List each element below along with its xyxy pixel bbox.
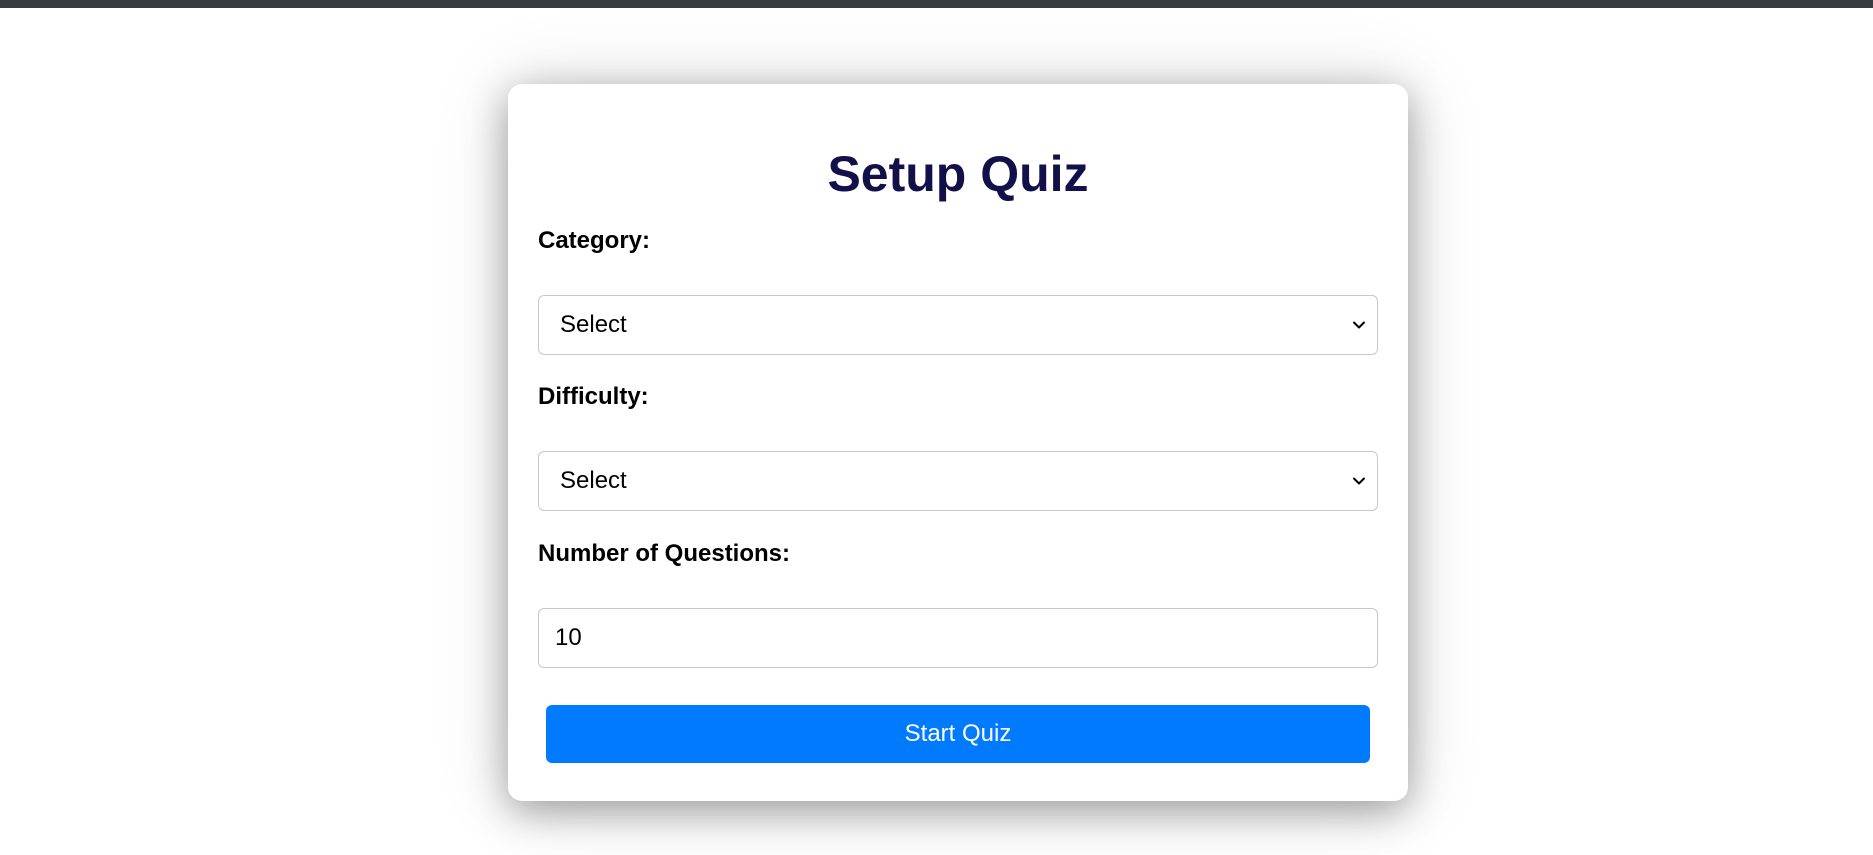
category-select-value: Select	[560, 311, 627, 338]
top-bar	[0, 0, 1873, 8]
category-label: Category:	[538, 227, 651, 254]
num-questions-value: 10	[555, 624, 582, 651]
num-questions-label: Number of Questions:	[538, 540, 791, 567]
page-title: Setup Quiz	[827, 146, 1089, 202]
difficulty-select[interactable]: Select	[538, 451, 1378, 511]
start-quiz-button[interactable]: Start Quiz	[546, 705, 1370, 763]
quiz-setup-card: Setup Quiz Category: Select Difficulty: …	[508, 84, 1408, 801]
difficulty-label: Difficulty:	[538, 383, 649, 410]
chevron-down-icon	[1353, 321, 1365, 329]
num-questions-input[interactable]: 10	[538, 608, 1378, 668]
category-select[interactable]: Select	[538, 295, 1378, 355]
chevron-down-icon	[1353, 477, 1365, 485]
difficulty-select-value: Select	[560, 467, 627, 494]
